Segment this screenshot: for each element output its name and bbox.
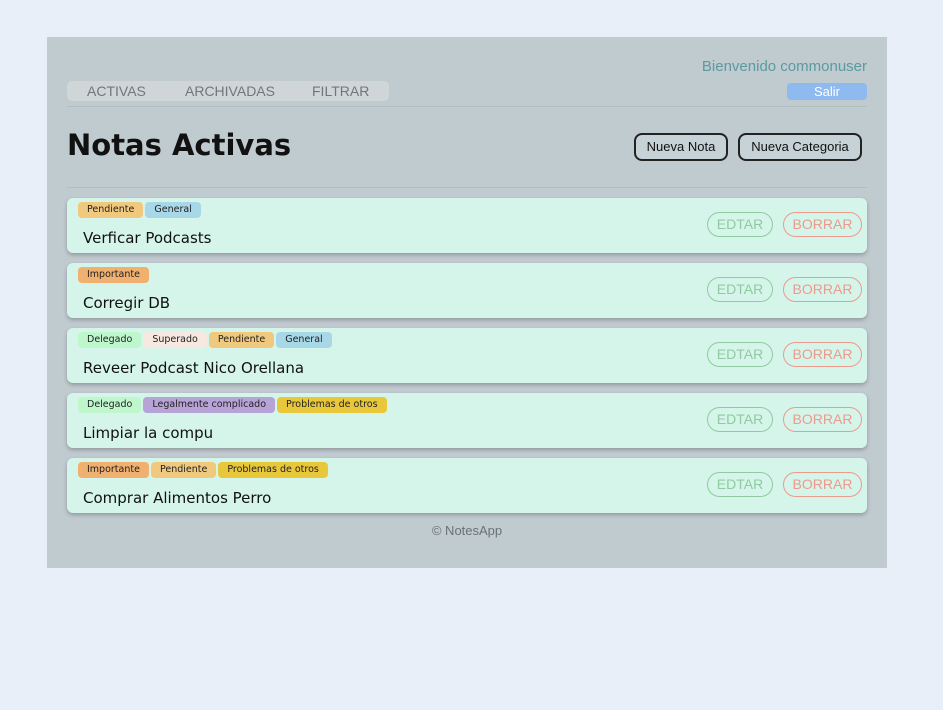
note-tags: Importante bbox=[78, 267, 149, 283]
tag-badge: Importante bbox=[78, 267, 149, 283]
note-card: Importante Pendiente Problemas de otros … bbox=[67, 458, 867, 513]
tag-badge: Problemas de otros bbox=[218, 462, 328, 478]
nav-item-archivadas[interactable]: ARCHIVADAS bbox=[185, 83, 275, 99]
note-tags: Pendiente General bbox=[78, 202, 201, 218]
divider bbox=[67, 187, 867, 188]
welcome-text: Bienvenido commonuser bbox=[701, 58, 867, 75]
footer-copyright: © NotesApp bbox=[431, 523, 503, 538]
tag-badge: Pendiente bbox=[150, 462, 217, 478]
nav-bar: ACTIVAS ARCHIVADAS FILTRAR bbox=[67, 81, 389, 101]
delete-button[interactable]: BORRAR bbox=[783, 342, 862, 367]
note-tags: Delegado Legalmente complicado Problemas… bbox=[78, 397, 387, 413]
page-title: Notas Activas bbox=[67, 128, 292, 162]
note-tags: Delegado Superado Pendiente General bbox=[78, 332, 332, 348]
nav-item-filtrar[interactable]: FILTRAR bbox=[312, 83, 369, 99]
tag-badge: Pendiente bbox=[208, 332, 275, 348]
delete-button[interactable]: BORRAR bbox=[783, 277, 862, 302]
divider bbox=[67, 106, 867, 107]
tag-badge: Problemas de otros bbox=[277, 397, 387, 413]
logout-button[interactable]: Salir bbox=[787, 83, 867, 100]
delete-button[interactable]: BORRAR bbox=[783, 472, 862, 497]
note-card: Importante Corregir DB EDTAR BORRAR bbox=[67, 263, 867, 318]
edit-button[interactable]: EDTAR bbox=[707, 277, 773, 302]
edit-button[interactable]: EDTAR bbox=[707, 212, 773, 237]
tag-badge: General bbox=[276, 332, 332, 348]
edit-button[interactable]: EDTAR bbox=[707, 342, 773, 367]
edit-button[interactable]: EDTAR bbox=[707, 407, 773, 432]
tag-badge: Legalmente complicado bbox=[143, 397, 276, 413]
note-tags: Importante Pendiente Problemas de otros bbox=[78, 462, 328, 478]
note-title: Verficar Podcasts bbox=[83, 229, 212, 247]
delete-button[interactable]: BORRAR bbox=[783, 407, 862, 432]
note-title: Corregir DB bbox=[83, 294, 171, 312]
tag-badge: Pendiente bbox=[78, 202, 144, 218]
tag-badge: Importante bbox=[78, 462, 149, 478]
note-title: Limpiar la compu bbox=[83, 424, 214, 442]
note-card: Delegado Legalmente complicado Problemas… bbox=[67, 393, 867, 448]
delete-button[interactable]: BORRAR bbox=[783, 212, 862, 237]
tag-badge: Delegado bbox=[78, 332, 142, 348]
note-title: Comprar Alimentos Perro bbox=[83, 489, 272, 507]
edit-button[interactable]: EDTAR bbox=[707, 472, 773, 497]
nav-item-activas[interactable]: ACTIVAS bbox=[87, 83, 146, 99]
new-note-button[interactable]: Nueva Nota bbox=[634, 133, 728, 161]
new-category-button[interactable]: Nueva Categoria bbox=[738, 133, 862, 161]
tag-badge: General bbox=[145, 202, 201, 218]
note-title: Reveer Podcast Nico Orellana bbox=[83, 359, 305, 377]
app-container: Bienvenido commonuser ACTIVAS ARCHIVADAS… bbox=[47, 37, 887, 568]
note-card: Pendiente General Verficar Podcasts EDTA… bbox=[67, 198, 867, 253]
tag-badge: Delegado bbox=[78, 397, 142, 413]
tag-badge: Superado bbox=[143, 332, 207, 348]
note-card: Delegado Superado Pendiente General Reve… bbox=[67, 328, 867, 383]
